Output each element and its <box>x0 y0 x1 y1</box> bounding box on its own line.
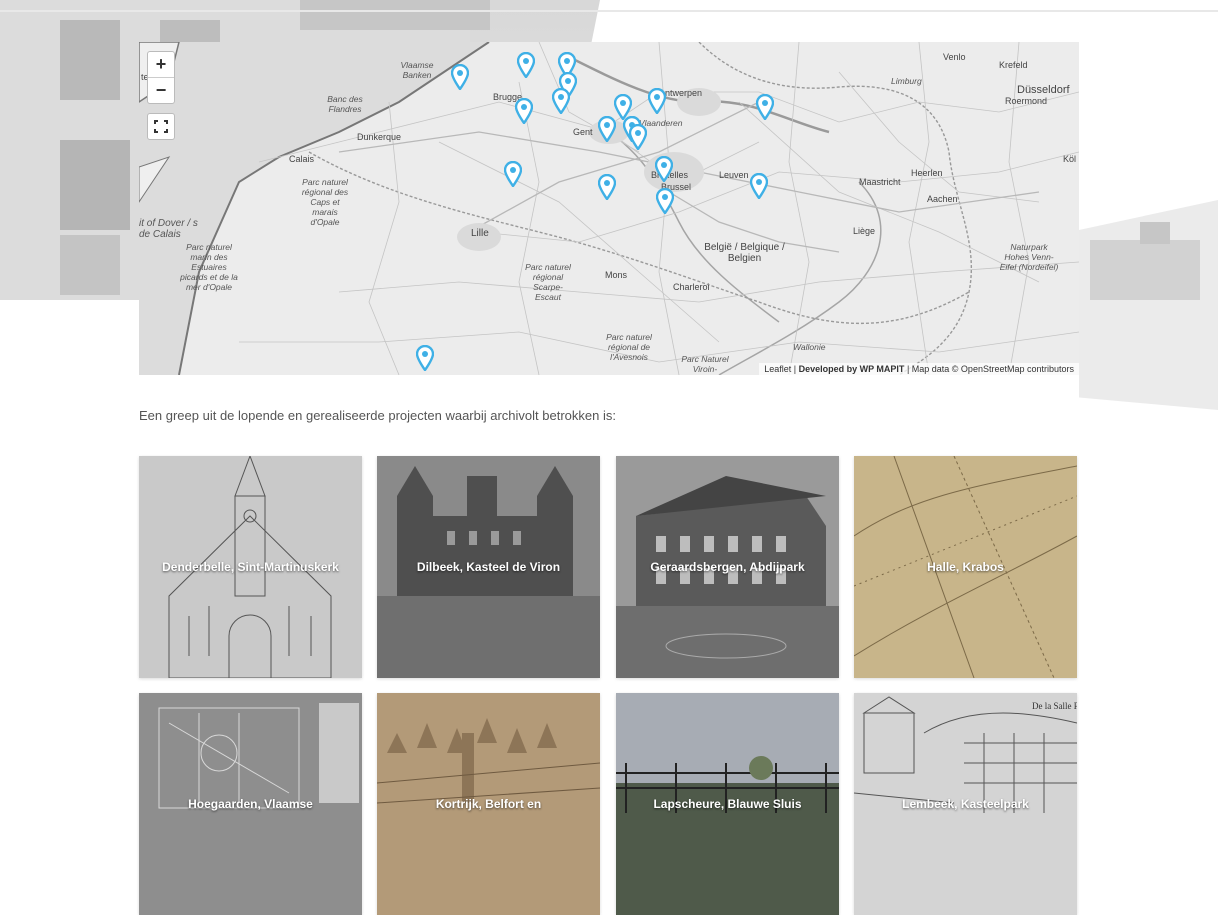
map-marker-icon[interactable] <box>648 88 666 114</box>
map-marker-icon[interactable] <box>416 345 434 371</box>
map-label-parc-viroin: Parc Naturel Viroin-Hermeton <box>681 354 729 375</box>
map-label-krefeld: Krefeld <box>999 60 1028 70</box>
map-label-naturpark: Naturpark Hohes Venn-Eifel (Nordeifel) <box>999 242 1059 272</box>
map-label-gent: Gent <box>573 127 593 137</box>
map-marker-icon[interactable] <box>598 116 616 142</box>
map-label-vlaamse-banken: Vlaamse Banken <box>400 60 434 80</box>
project-title: Dilbeek, Kasteel de Viron <box>416 560 561 574</box>
map-label-charleroi: Charleroi <box>673 282 710 292</box>
svg-text:De la Salle Park: De la Salle Park <box>1032 701 1077 711</box>
map-label-parc-scarpe: Parc naturel régional Scarpe-Escaut <box>525 262 571 302</box>
map-label-dusseldorf: Düsseldorf <box>1017 84 1070 96</box>
project-title: Kortrijk, Belfort en <box>435 797 542 811</box>
map-marker-icon[interactable] <box>629 124 647 150</box>
projects-intro: Een greep uit de lopende en gerealiseerd… <box>139 408 616 423</box>
project-tile[interactable]: Lapscheure, Blauwe Sluis <box>616 693 839 915</box>
map-label-lille: Lille <box>471 228 489 239</box>
leaflet-link[interactable]: Leaflet <box>764 364 791 374</box>
attribution-separator: | <box>791 364 799 374</box>
map-marker-icon[interactable] <box>515 98 533 124</box>
map-label-maastricht: Maastricht <box>859 177 901 187</box>
map-label-limburg: Limburg <box>891 76 922 86</box>
map-label-dunkerque: Dunkerque <box>357 132 402 142</box>
map-label-parc-avesnois: Parc naturel régional de l'Avesnois <box>606 332 652 362</box>
project-title: Lapscheure, Blauwe Sluis <box>653 797 802 811</box>
map-label-mons: Mons <box>605 270 628 280</box>
project-title: Denderbelle, Sint-Martinuskerk <box>162 560 339 574</box>
map-label-dover: it of Dover / s de Calais <box>139 218 198 240</box>
project-title: Halle, Krabos <box>927 560 1004 574</box>
map-label-leuven: Leuven <box>719 170 749 180</box>
map-marker-icon[interactable] <box>598 174 616 200</box>
project-title: Lembeek, Kasteelpark <box>902 797 1029 811</box>
map-label-kol: Köl <box>1063 154 1077 164</box>
map-label-parc-caps: Parc naturel régional des Caps et marais… <box>301 177 349 227</box>
project-title: Hoegaarden, Vlaamse <box>188 797 313 811</box>
project-tile[interactable]: De la Salle Park Lembeek, Kasteelpark <box>854 693 1077 915</box>
map-marker-icon[interactable] <box>504 161 522 187</box>
map-label-parc-marin: Parc naturel marin des Estuaires picards… <box>180 242 238 292</box>
project-tile[interactable]: Dilbeek, Kasteel de Viron <box>377 456 600 678</box>
map-marker-icon[interactable] <box>656 188 674 214</box>
map-attribution: Leaflet | Developed by WP MAPIT | Map da… <box>759 363 1079 375</box>
map-label-aachen: Aachen <box>927 194 958 204</box>
map-marker-icon[interactable] <box>655 156 673 182</box>
osm-attribution: | Map data © OpenStreetMap contributors <box>904 364 1074 374</box>
zoom-control: + − <box>147 51 175 104</box>
map-label-venlo: Venlo <box>943 52 966 62</box>
map-label-banc-des-flandres: Banc des Flandres <box>327 94 363 114</box>
map-label-liege: Liège <box>853 226 876 236</box>
developed-by-link[interactable]: Developed by WP MAPIT <box>799 364 905 374</box>
map-marker-icon[interactable] <box>451 64 469 90</box>
project-tile[interactable]: Denderbelle, Sint-Martinuskerk <box>139 456 362 678</box>
project-tile[interactable]: Geraardsbergen, Abdijpark <box>616 456 839 678</box>
fullscreen-button[interactable] <box>147 113 175 140</box>
map-marker-icon[interactable] <box>552 88 570 114</box>
project-tile[interactable]: Kortrijk, Belfort en <box>377 693 600 915</box>
map-label-roermond: Roermond <box>1005 96 1048 106</box>
zoom-out-button[interactable]: − <box>148 77 174 103</box>
project-tile[interactable]: Halle, Krabos <box>854 456 1077 678</box>
map-label-belgie: België / Belgique / Belgien <box>704 242 785 264</box>
header-divider <box>0 10 1218 12</box>
map-marker-icon[interactable] <box>517 52 535 78</box>
projects-map[interactable]: terbury Vlaamse Banken Banc des Flandres… <box>139 42 1079 375</box>
zoom-in-button[interactable]: + <box>148 52 174 77</box>
project-tile[interactable]: Hoegaarden, Vlaamse <box>139 693 362 915</box>
fullscreen-icon <box>154 120 168 133</box>
map-marker-icon[interactable] <box>750 173 768 199</box>
map-marker-icon[interactable] <box>756 94 774 120</box>
project-title: Geraardsbergen, Abdijpark <box>650 560 805 574</box>
map-label-wallonie: Wallonie <box>793 342 826 352</box>
map-label-calais: Calais <box>289 154 315 164</box>
map-label-heerlen: Heerlen <box>911 168 943 178</box>
